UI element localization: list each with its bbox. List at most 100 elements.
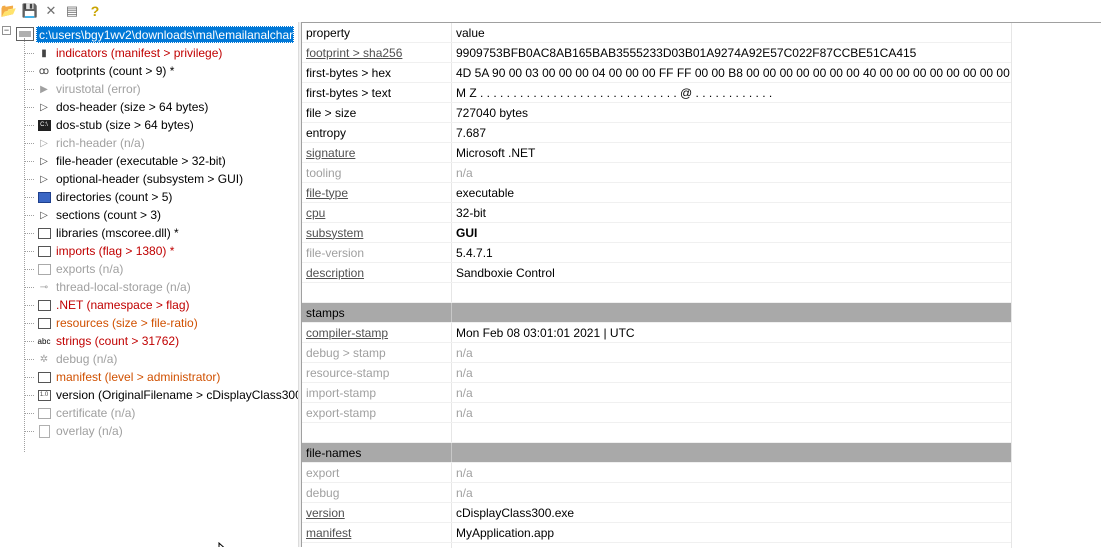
property-value: n/a: [452, 383, 1012, 403]
property-value: M Z . . . . . . . . . . . . . . . . . . …: [452, 83, 1012, 103]
property-value: Mon Feb 08 03:01:01 2021 | UTC: [452, 323, 1012, 343]
tree-item[interactable]: resources (size > file-ratio): [24, 314, 298, 332]
table-row[interactable]: .NET > moduleIFormatProvider: [302, 543, 1012, 548]
section-header-row[interactable]: stamps: [302, 303, 1012, 323]
table-row[interactable]: file > size 727040 bytes: [302, 103, 1012, 123]
property-key[interactable]: footprint > sha256: [306, 46, 402, 60]
tree-item[interactable]: ⊸thread-local-storage (n/a): [24, 278, 298, 296]
tree-item[interactable]: abcstrings (count > 31762): [24, 332, 298, 350]
chevron-right-icon: ▷: [36, 208, 52, 222]
property-key[interactable]: cpu: [306, 206, 325, 220]
property-value: cDisplayClass300.exe: [452, 503, 1012, 523]
property-key: file-version: [306, 246, 364, 260]
table-row[interactable]: version cDisplayClass300.exe: [302, 503, 1012, 523]
close-file-icon[interactable]: ✕: [42, 3, 60, 19]
section-title: file-names: [302, 443, 452, 463]
table-row[interactable]: signatureMicrosoft .NET: [302, 143, 1012, 163]
column-header-value[interactable]: value: [452, 23, 1012, 43]
chevron-right-icon: ▷: [36, 172, 52, 186]
mouse-cursor-icon: [218, 542, 232, 547]
tree-item[interactable]: directories (count > 5): [24, 188, 298, 206]
property-key: tooling: [306, 166, 341, 180]
table-row[interactable]: debug > stampn/a: [302, 343, 1012, 363]
tree-root[interactable]: c:\users\bgy1wv2\downloads\mal\emailanal…: [2, 26, 298, 44]
tree-item[interactable]: ✲debug (n/a): [24, 350, 298, 368]
save-icon[interactable]: 💾: [21, 3, 39, 19]
property-key: file > size: [306, 106, 356, 120]
table-row[interactable]: manifestMyApplication.app: [302, 523, 1012, 543]
table-row[interactable]: first-bytes > hex4D 5A 90 00 03 00 00 00…: [302, 63, 1012, 83]
tree-item[interactable]: ▷optional-header (subsystem > GUI): [24, 170, 298, 188]
table-row[interactable]: resource-stampn/a: [302, 363, 1012, 383]
clipboard-icon[interactable]: ▤: [63, 3, 81, 19]
tree-item[interactable]: ▷file-header (executable > 32-bit): [24, 152, 298, 170]
tree-connector-branch: [24, 269, 34, 270]
table-row[interactable]: cpu32-bit: [302, 203, 1012, 223]
exports-icon: [36, 262, 52, 276]
section-header-row[interactable]: file-names: [302, 443, 1012, 463]
tree-item-label: rich-header (n/a): [56, 134, 145, 152]
tree-item[interactable]: exports (n/a): [24, 260, 298, 278]
table-row[interactable]: first-bytes > text M Z . . . . . . . . . …: [302, 83, 1012, 103]
tree-root-label[interactable]: c:\users\bgy1wv2\downloads\mal\emailanal…: [36, 26, 294, 43]
property-value: 5.4.7.1: [452, 243, 1012, 263]
table-row[interactable]: descriptionSandboxie Control: [302, 263, 1012, 283]
tree-connector-branch: [24, 197, 34, 198]
property-value: GUI: [452, 223, 1012, 243]
table-row[interactable]: export-stampn/a: [302, 403, 1012, 423]
property-key[interactable]: file-type: [306, 186, 348, 200]
table-row[interactable]: import-stampn/a: [302, 383, 1012, 403]
property-key[interactable]: signature: [306, 146, 355, 160]
tree-item[interactable]: certificate (n/a): [24, 404, 298, 422]
table-row[interactable]: debugn/a: [302, 483, 1012, 503]
open-icon[interactable]: 📂: [0, 3, 18, 19]
table-row[interactable]: footprint > sha2569909753BFB0AC8AB165BAB…: [302, 43, 1012, 63]
tree-item-label: sections (count > 3): [56, 206, 161, 224]
tree-item[interactable]: 1.0version (OriginalFilename > cDisplayC…: [24, 386, 298, 404]
table-row[interactable]: file-version 5.4.7.1: [302, 243, 1012, 263]
tree-item[interactable]: ▷ sections (count > 3): [24, 206, 298, 224]
tree-item[interactable]: overlay (n/a): [24, 422, 298, 440]
column-header-property[interactable]: property: [302, 23, 452, 43]
chevron-right-icon: ▷: [36, 154, 52, 168]
tree-item[interactable]: imports (flag > 1380) *: [24, 242, 298, 260]
root-file-icon: [16, 27, 34, 41]
property-key[interactable]: compiler-stamp: [306, 326, 388, 340]
help-icon[interactable]: ?: [86, 3, 104, 19]
tree-item[interactable]: libraries (mscoree.dll) *: [24, 224, 298, 242]
table-row[interactable]: entropy7.687: [302, 123, 1012, 143]
property-key: export: [306, 466, 339, 480]
table-row[interactable]: compiler-stamp Mon Feb 08 03:01:01 2021 |…: [302, 323, 1012, 343]
property-key[interactable]: subsystem: [306, 226, 363, 240]
tree-item[interactable]: C:\dos-stub (size > 64 bytes): [24, 116, 298, 134]
property-value: n/a: [452, 363, 1012, 383]
table-row[interactable]: subsystem GUI: [302, 223, 1012, 243]
imports-icon: [36, 244, 52, 258]
property-key: debug > stamp: [306, 346, 386, 360]
property-key: first-bytes > text: [306, 86, 391, 100]
tree-item[interactable]: .NET (namespace > flag): [24, 296, 298, 314]
tree-panel: − c:\users\bgy1wv2\downloads\mal\emailan…: [0, 22, 298, 547]
table-row[interactable]: toolingn/a: [302, 163, 1012, 183]
tree-item[interactable]: ▮indicators (manifest > privilege): [24, 44, 298, 62]
tree-connector-branch: [24, 305, 34, 306]
table-header-row: property value: [302, 23, 1012, 43]
bug-icon: ✲: [36, 352, 52, 366]
table-row[interactable]: file-typeexecutable: [302, 183, 1012, 203]
properties-panel: property value footprint > sha2569909753…: [302, 22, 1101, 548]
property-value: 727040 bytes: [452, 103, 1012, 123]
abc-icon: abc: [36, 334, 52, 348]
chevron-right-icon: ▷: [36, 136, 52, 150]
toolbar: 📂 💾 ✕ ▤ ?: [0, 0, 1101, 22]
tree-item[interactable]: ▶virustotal (error): [24, 80, 298, 98]
tree-item[interactable]: manifest (level > administrator): [24, 368, 298, 386]
property-key[interactable]: manifest: [306, 526, 351, 540]
tree-item[interactable]: ꝏfootprints (count > 9) *: [24, 62, 298, 80]
table-row[interactable]: exportn/a: [302, 463, 1012, 483]
tree-item[interactable]: ▷ rich-header (n/a): [24, 134, 298, 152]
property-key[interactable]: version: [306, 506, 345, 520]
tree-connector-branch: [24, 215, 34, 216]
property-value: 4D 5A 90 00 03 00 00 00 04 00 00 00 FF F…: [452, 63, 1012, 83]
tree-item[interactable]: ▷dos-header (size > 64 bytes): [24, 98, 298, 116]
property-key[interactable]: description: [306, 266, 364, 280]
